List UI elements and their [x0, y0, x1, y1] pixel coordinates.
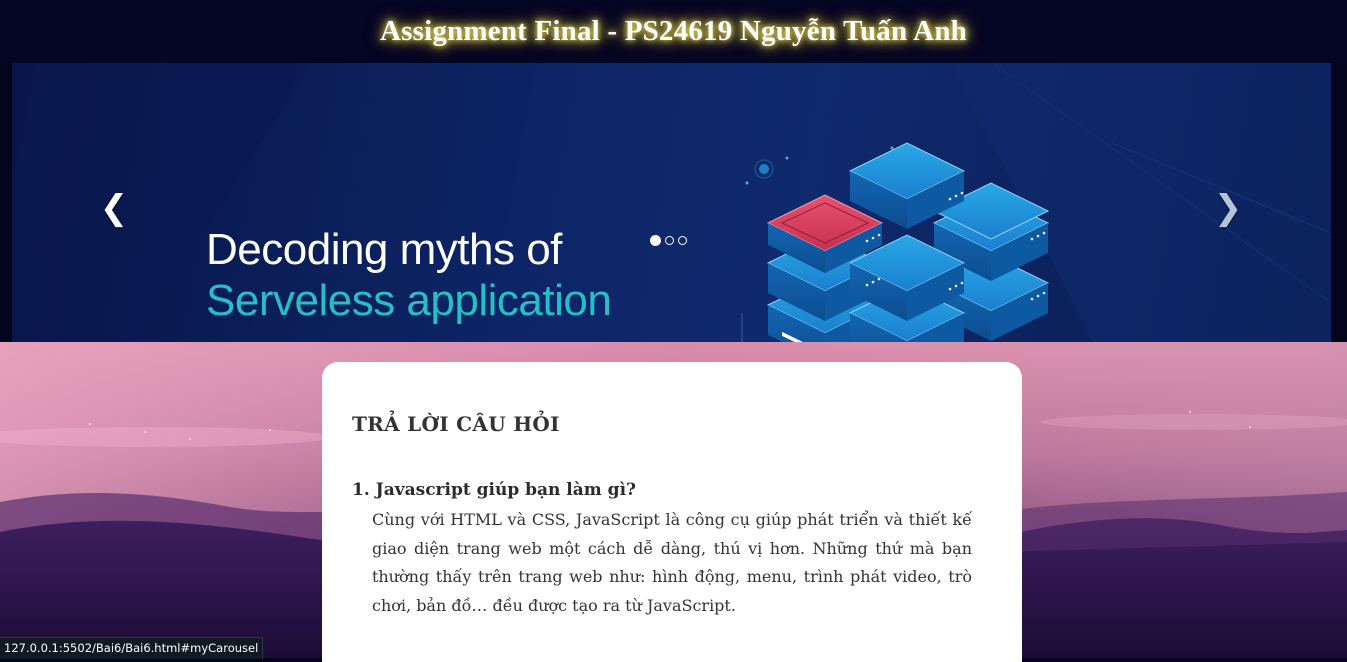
image-carousel[interactable]: Decoding myths of Serveless application …: [12, 63, 1331, 342]
chevron-left-icon: ❮: [99, 188, 129, 228]
slide-heading-line2: Serveless application: [206, 276, 612, 325]
carousel-indicators: [650, 235, 687, 246]
status-bar-url: 127.0.0.1:5502/Bai6/Bai6.html#myCarousel: [0, 637, 264, 659]
question-title: 1. Javascript giúp bạn làm gì?: [352, 480, 636, 500]
answer-card: TRẢ LỜI CÂU HỎI 1. Javascript giúp bạn l…: [322, 362, 1022, 662]
page-title: Assignment Final - PS24619 Nguyễn Tuấn A…: [380, 15, 967, 47]
carousel-indicator-1[interactable]: [650, 235, 661, 246]
carousel-indicator-2[interactable]: [665, 236, 674, 245]
carousel-next-button[interactable]: ❯: [1208, 188, 1248, 228]
section-heading: TRẢ LỜI CÂU HỎI: [352, 412, 560, 436]
server-stack-illustration: [766, 142, 1050, 342]
question-answer: Cùng với HTML và CSS, JavaScript là công…: [372, 510, 972, 615]
carousel-prev-button[interactable]: ❮: [94, 188, 134, 228]
page-header: Assignment Final - PS24619 Nguyễn Tuấn A…: [0, 0, 1347, 63]
chevron-right-icon: ❯: [1213, 188, 1243, 228]
carousel-indicator-3[interactable]: [678, 236, 687, 245]
slide-heading-line1: Decoding myths of: [206, 225, 562, 274]
